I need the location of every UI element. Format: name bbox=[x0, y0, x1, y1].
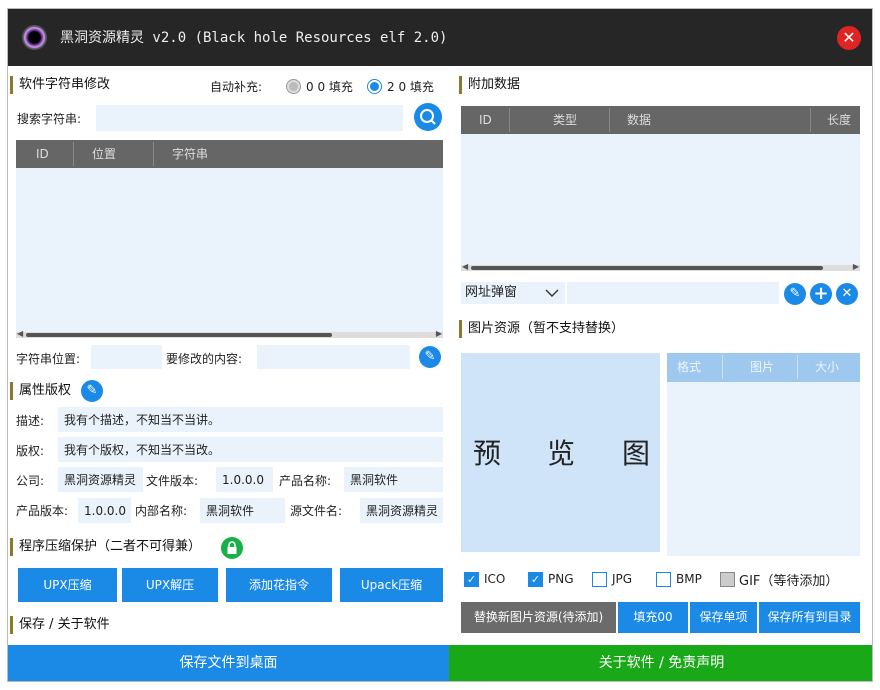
search-icon bbox=[420, 109, 436, 125]
extra-data-table-body[interactable] bbox=[461, 134, 860, 265]
company-label: 公司: bbox=[16, 474, 45, 488]
checkbox-png[interactable]: ✓ bbox=[528, 572, 543, 587]
pencil-icon: ✎ bbox=[424, 349, 436, 364]
close-icon[interactable]: ✕ bbox=[837, 26, 861, 50]
edit-string-button[interactable]: ✎ bbox=[419, 346, 441, 368]
col-length: 长度 bbox=[827, 113, 852, 127]
search-label: 搜索字符串: bbox=[17, 112, 82, 126]
checkbox-ico-label: ICO bbox=[484, 572, 506, 586]
compress-section-title: 程序压缩保护（二者不可得兼） bbox=[10, 538, 201, 556]
checkbox-ico[interactable]: ✓ bbox=[464, 572, 479, 587]
window-title: 黑洞资源精灵 v2.0 (Black hole Resources elf 2.… bbox=[60, 30, 448, 46]
radio-fill-00-label: 0 0 填充 bbox=[306, 80, 353, 94]
product-name-label: 产品名称: bbox=[279, 474, 332, 488]
checkbox-bmp[interactable] bbox=[656, 572, 671, 587]
extra-data-table-scrollbar[interactable]: ◀ ▶ bbox=[461, 262, 860, 271]
close-icon: ✕ bbox=[841, 286, 853, 301]
copyright-section-title: 属性版权 bbox=[10, 382, 71, 400]
col-image: 图片 bbox=[750, 360, 775, 374]
col-id: ID bbox=[36, 147, 49, 161]
main-window: 黑洞资源精灵 v2.0 (Black hole Resources elf 2.… bbox=[7, 8, 873, 682]
black-hole-logo-icon bbox=[22, 25, 47, 50]
internal-name-input[interactable]: 黑洞软件 bbox=[200, 498, 285, 523]
radio-fill-20-label: 2 0 填充 bbox=[387, 80, 434, 94]
string-position-input[interactable] bbox=[91, 345, 162, 369]
extra-data-table-header: ID 类型 数据 长度 bbox=[461, 106, 860, 134]
save-to-desktop-button[interactable]: 保存文件到桌面 bbox=[8, 645, 449, 681]
radio-fill-20[interactable] bbox=[367, 79, 382, 94]
lock-icon bbox=[227, 541, 237, 554]
copyright-input[interactable]: 我有个版权，不知当不当改。 bbox=[58, 437, 443, 462]
upx-decompress-button[interactable]: UPX解压 bbox=[122, 568, 218, 602]
title-bar: 黑洞资源精灵 v2.0 (Black hole Resources elf 2.… bbox=[8, 9, 872, 66]
preview-char-2: 览 bbox=[547, 437, 576, 470]
file-version-label: 文件版本: bbox=[146, 474, 199, 488]
popup-type-value: 网址弹窗 bbox=[465, 285, 518, 300]
search-button[interactable] bbox=[414, 103, 442, 131]
product-version-input[interactable]: 1.0.0.0 bbox=[78, 498, 131, 523]
source-file-label: 源文件名: bbox=[290, 504, 343, 518]
col-data: 数据 bbox=[627, 113, 652, 127]
image-table-header: 格式 图片 大小 bbox=[667, 353, 860, 382]
extra-data-section-title: 附加数据 bbox=[459, 76, 520, 94]
chevron-down-icon bbox=[545, 289, 559, 297]
popup-type-select[interactable]: 网址弹窗 bbox=[461, 282, 565, 304]
add-junk-code-button[interactable]: 添加花指令 bbox=[226, 568, 332, 602]
col-size: 大小 bbox=[815, 360, 840, 374]
copyright-label: 版权: bbox=[16, 444, 45, 458]
strings-table-header: ID 位置 字符串 bbox=[16, 140, 443, 168]
lock-button[interactable] bbox=[221, 537, 243, 559]
plus-icon: + bbox=[813, 283, 829, 304]
file-version-input[interactable]: 1.0.0.0 bbox=[216, 467, 273, 492]
col-format: 格式 bbox=[677, 360, 702, 374]
delete-extra-data-button[interactable]: ✕ bbox=[836, 283, 858, 305]
string-position-label: 字符串位置: bbox=[16, 352, 81, 366]
upack-compress-button[interactable]: Upack压缩 bbox=[340, 568, 443, 602]
image-table-body[interactable] bbox=[667, 382, 860, 556]
new-content-label: 要修改的内容: bbox=[166, 352, 243, 366]
edit-copyright-button[interactable]: ✎ bbox=[81, 380, 103, 402]
description-label: 描述: bbox=[16, 414, 45, 428]
description-input[interactable]: 我有个描述，不知当不当讲。 bbox=[58, 407, 443, 432]
autofill-label: 自动补充: bbox=[210, 80, 263, 94]
edit-extra-data-button[interactable]: ✎ bbox=[784, 283, 806, 305]
upx-compress-button[interactable]: UPX压缩 bbox=[18, 568, 117, 602]
extra-data-input[interactable] bbox=[567, 282, 779, 304]
replace-image-button[interactable]: 替换新图片资源(待添加) bbox=[461, 602, 616, 633]
product-name-input[interactable]: 黑洞软件 bbox=[344, 467, 443, 492]
checkbox-jpg[interactable] bbox=[592, 572, 607, 587]
about-button[interactable]: 关于软件 / 免责声明 bbox=[449, 645, 872, 681]
checkbox-png-label: PNG bbox=[548, 572, 574, 586]
checkbox-gif bbox=[720, 572, 735, 587]
internal-name-label: 内部名称: bbox=[135, 504, 188, 518]
company-input[interactable]: 黑洞资源精灵 bbox=[58, 467, 143, 492]
image-preview: 预 览 图 bbox=[461, 353, 660, 552]
save-section-title: 保存 / 关于软件 bbox=[10, 616, 110, 634]
col-position: 位置 bbox=[92, 147, 117, 161]
save-all-button[interactable]: 保存所有到目录 bbox=[759, 602, 860, 633]
search-input[interactable] bbox=[96, 105, 403, 131]
source-file-input[interactable]: 黑洞资源精灵 bbox=[360, 498, 443, 523]
image-section-title: 图片资源（暂不支持替换） bbox=[459, 320, 624, 338]
col-type: 类型 bbox=[553, 113, 578, 127]
new-content-input[interactable] bbox=[257, 345, 410, 369]
fill-00-button[interactable]: 填充00 bbox=[618, 602, 688, 633]
checkbox-gif-label: GIF（等待添加） bbox=[739, 574, 839, 589]
checkbox-jpg-label: JPG bbox=[612, 572, 633, 586]
pencil-icon: ✎ bbox=[86, 383, 98, 398]
checkbox-bmp-label: BMP bbox=[676, 572, 702, 586]
pencil-icon: ✎ bbox=[789, 286, 801, 301]
add-extra-data-button[interactable]: + bbox=[810, 283, 832, 305]
save-single-button[interactable]: 保存单项 bbox=[690, 602, 757, 633]
col-id: ID bbox=[479, 113, 492, 127]
strings-section-title: 软件字符串修改 bbox=[10, 76, 110, 94]
strings-table-body[interactable] bbox=[16, 168, 443, 332]
preview-char-1: 预 bbox=[473, 437, 502, 470]
preview-char-3: 图 bbox=[622, 437, 651, 470]
product-version-label: 产品版本: bbox=[16, 504, 69, 518]
radio-fill-00[interactable] bbox=[286, 79, 301, 94]
strings-table-scrollbar[interactable]: ◀ ▶ bbox=[16, 329, 443, 338]
col-string: 字符串 bbox=[172, 147, 209, 161]
